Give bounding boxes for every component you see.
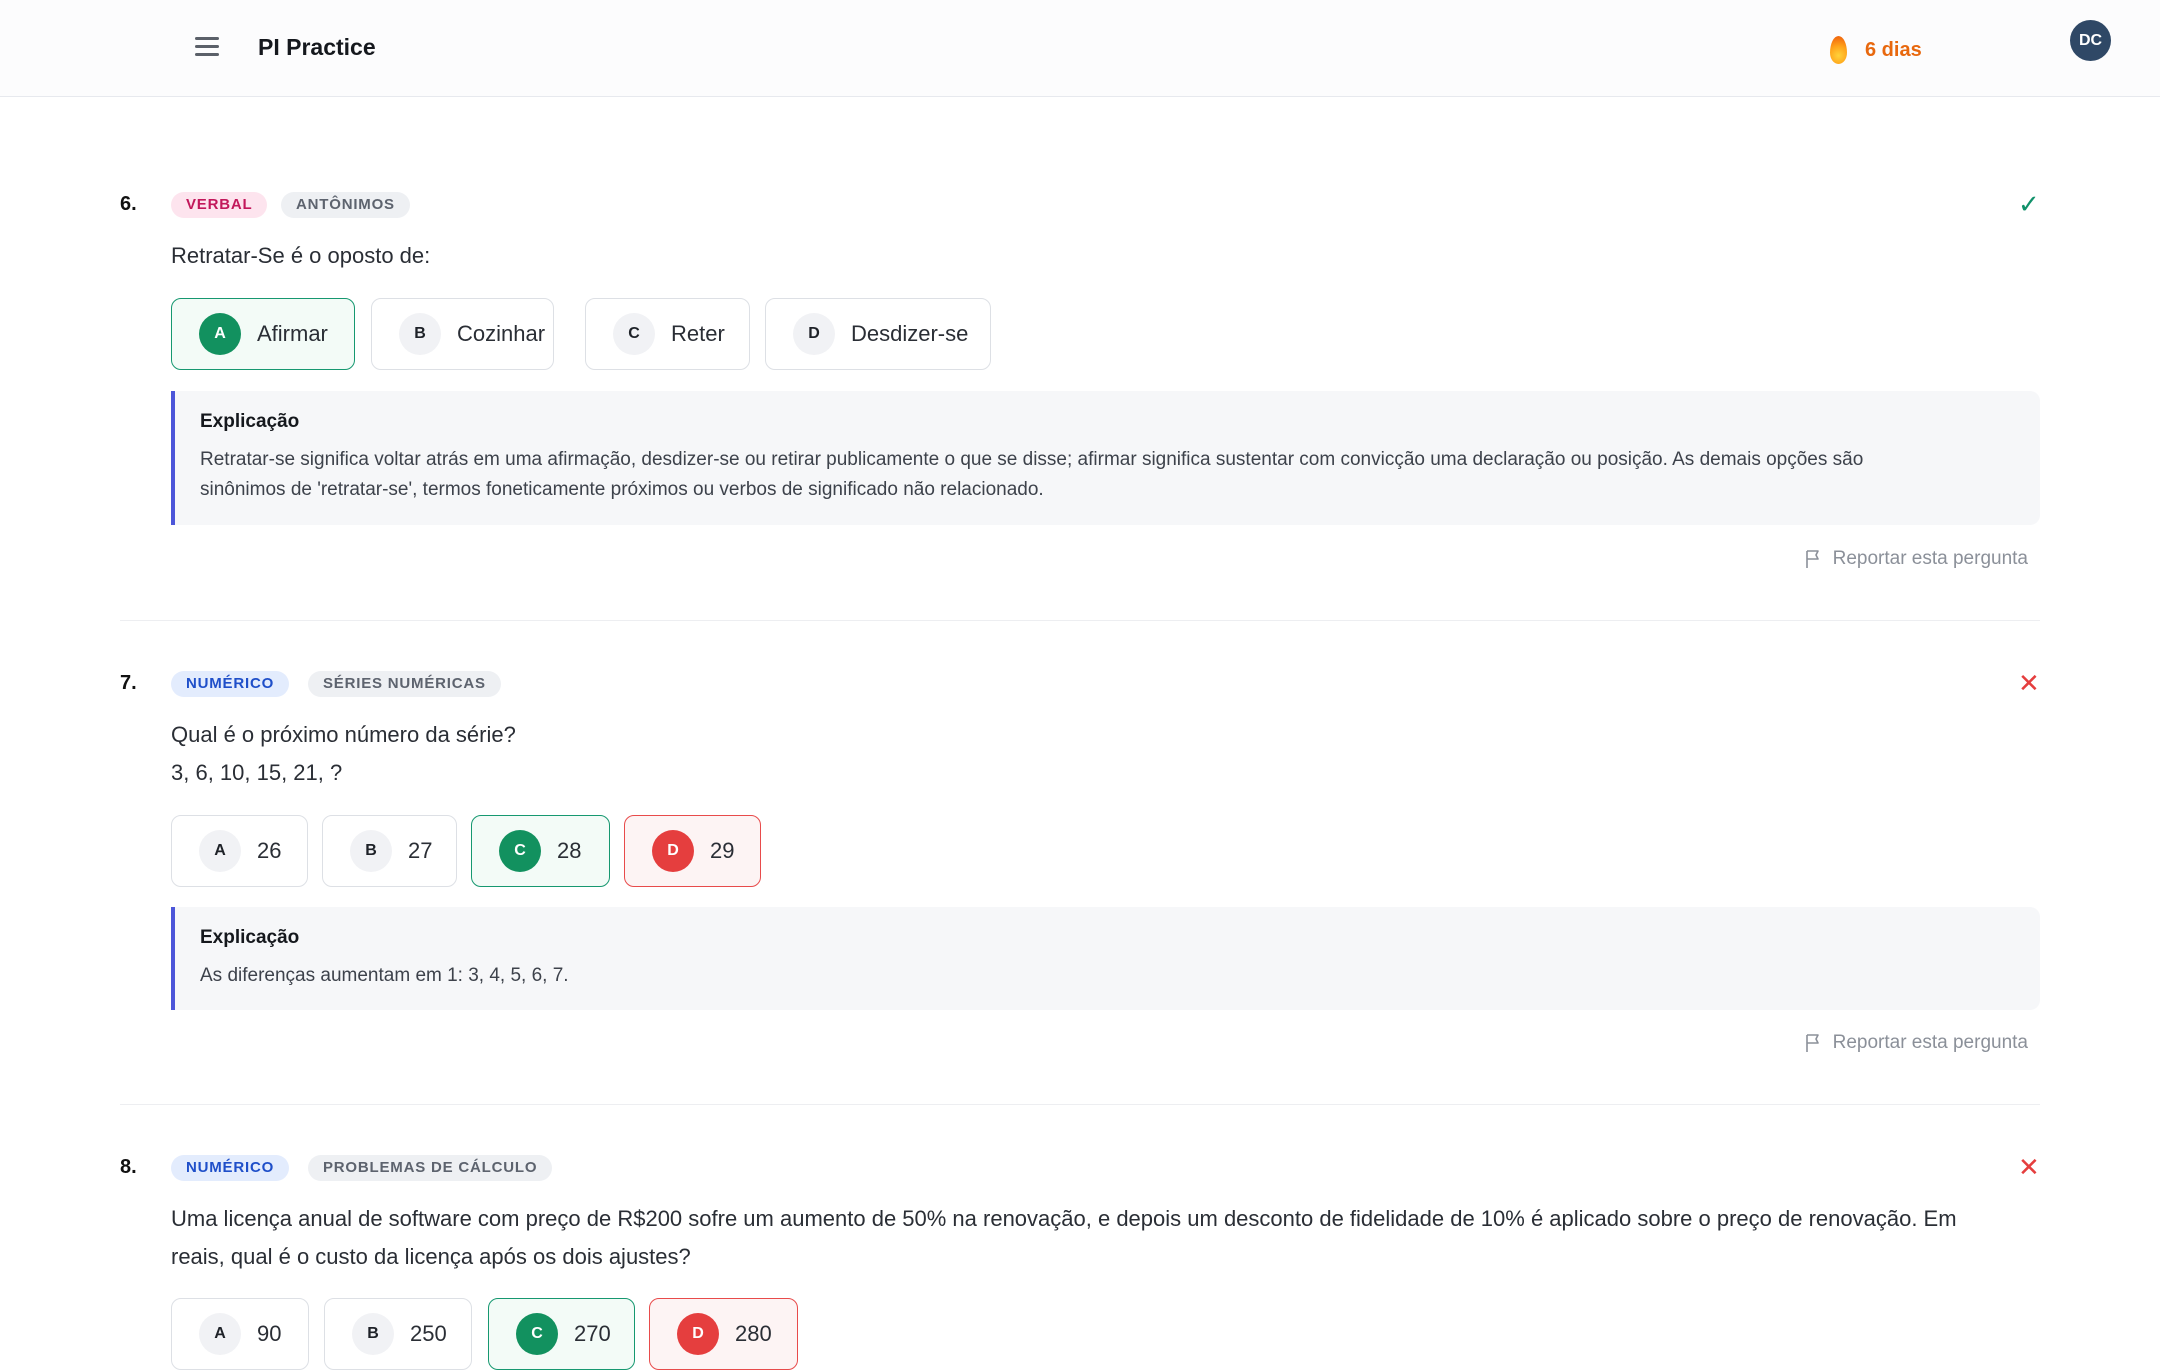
explanation-line: As diferenças aumentam em 1: 3, 4, 5, 6,… [200,965,569,986]
report-label: Reportar esta pergunta [1832,1032,2028,1053]
option-letter: D [677,1313,719,1355]
option-b[interactable]: B Cozinhar [371,298,554,370]
option-b[interactable]: B 250 [324,1298,472,1370]
option-text: Reter [671,321,725,346]
check-icon: ✓ [2018,189,2040,219]
explanation-text: As diferenças aumentam em 1: 3, 4, 5, 6,… [200,961,2014,991]
subcategory-tag: SÉRIES NUMÉRICAS [308,671,501,697]
option-letter: D [793,313,835,355]
option-a[interactable]: A 26 [171,815,308,887]
category-tag: NUMÉRICO [171,1155,290,1181]
option-c[interactable]: C 28 [471,815,610,887]
category-tag: VERBAL [171,192,268,218]
report-question-link[interactable]: Reportar esta pergunta [1805,548,2028,570]
option-d[interactable]: D Desdizer-se [765,298,991,370]
streak-badge: 6 dias [1830,32,1922,68]
option-text: Cozinhar [457,321,546,346]
question-text: Uma licença anual de software com preço … [171,1206,1957,1231]
explanation-line: sinônimos de 'retratar-se', termos fonet… [200,479,1044,500]
option-letter: A [199,313,241,355]
question-number: 8. [120,1156,137,1178]
option-text: Afirmar [257,321,328,346]
flag-icon [1805,1034,1819,1052]
question-number: 6. [120,193,137,215]
question-divider [120,1104,2040,1105]
option-d[interactable]: D 29 [624,815,761,887]
explanation-box: Explicação Retratar-se significa voltar … [171,391,2040,525]
explanation-text: Retratar-se significa voltar atrás em um… [200,445,2014,505]
option-text: 270 [574,1321,611,1346]
explanation-box: Explicação As diferenças aumentam em 1: … [171,907,2040,1010]
option-text: 280 [735,1321,772,1346]
option-d[interactable]: D 280 [649,1298,798,1370]
option-letter: B [350,830,392,872]
top-header: PI Practice 6 dias DC [0,0,2160,97]
explanation-line: Retratar-se significa voltar atrás em um… [200,449,1864,470]
explanation-title: Explicação [200,927,300,948]
category-tag: NUMÉRICO [171,671,290,697]
option-b[interactable]: B 27 [322,815,457,887]
option-letter: C [516,1313,558,1355]
option-a[interactable]: A Afirmar [171,298,355,370]
option-c[interactable]: C Reter [585,298,750,370]
option-text: 90 [257,1321,282,1346]
avatar[interactable]: DC [2070,20,2111,61]
report-label: Reportar esta pergunta [1832,548,2028,569]
option-letter: D [652,830,694,872]
option-letter: C [613,313,655,355]
hamburger-menu-icon[interactable] [192,32,222,62]
question-text: reais, qual é o custo da licença após os… [171,1244,691,1269]
option-letter: B [399,313,441,355]
question-number: 7. [120,672,137,694]
flame-icon [1830,36,1847,64]
question-divider [120,620,2040,621]
flag-icon [1805,550,1819,568]
question-text: 3, 6, 10, 15, 21, ? [171,760,343,785]
option-c[interactable]: C 270 [488,1298,635,1370]
option-text: Desdizer-se [851,321,969,346]
app-title: PI Practice [258,34,376,60]
option-letter: C [499,830,541,872]
subcategory-tag: PROBLEMAS DE CÁLCULO [308,1155,553,1181]
report-question-link[interactable]: Reportar esta pergunta [1805,1032,2028,1054]
x-icon: ✕ [2018,1152,2040,1182]
option-a[interactable]: A 90 [171,1298,309,1370]
option-text: 29 [710,838,735,863]
option-letter: A [199,1313,241,1355]
x-icon: ✕ [2018,668,2040,698]
subcategory-tag: ANTÔNIMOS [281,192,410,218]
option-letter: B [352,1313,394,1355]
option-text: 28 [557,838,582,863]
question-text: Retratar-Se é o oposto de: [171,243,431,268]
question-text: Qual é o próximo número da série? [171,722,516,747]
option-text: 250 [410,1321,447,1346]
streak-text: 6 dias [1865,38,1922,61]
option-text: 27 [408,838,433,863]
option-text: 26 [257,838,282,863]
option-letter: A [199,830,241,872]
explanation-title: Explicação [200,411,300,432]
